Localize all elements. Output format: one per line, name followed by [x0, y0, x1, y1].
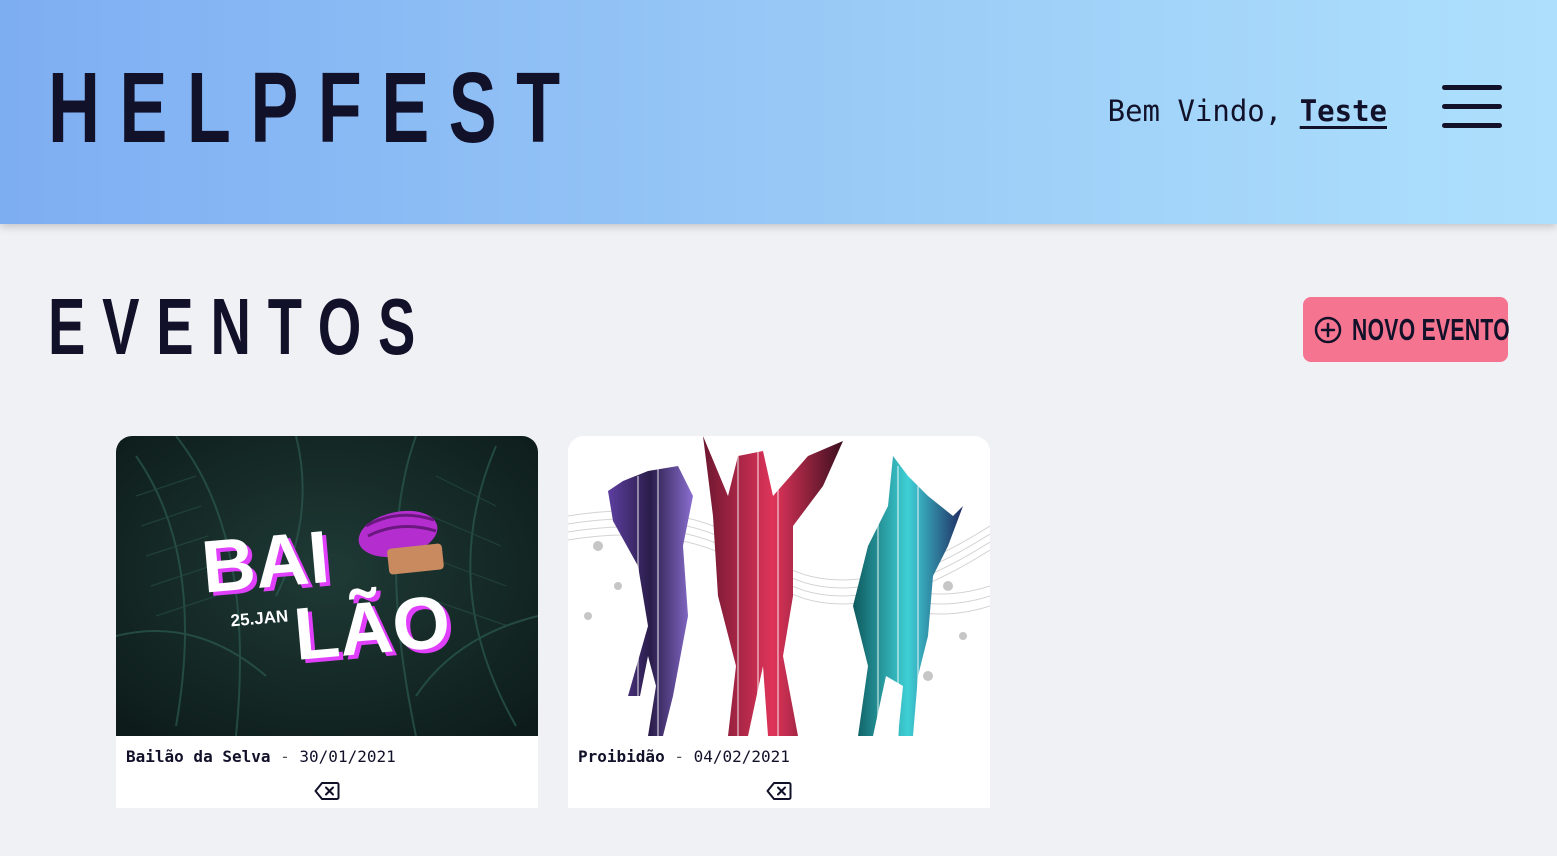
app-header: HELPFEST Bem Vindo, Teste — [0, 0, 1557, 224]
user-name-link[interactable]: Teste — [1300, 94, 1387, 128]
event-separator: - — [270, 747, 300, 766]
welcome-message: Bem Vindo, Teste — [1108, 92, 1387, 130]
poster-word-bottom: LÃO — [290, 580, 453, 676]
new-event-button[interactable]: NOVO EVENTO — [1303, 297, 1510, 362]
backspace-icon[interactable] — [314, 781, 340, 801]
event-separator: - — [664, 747, 694, 766]
welcome-prefix: Bem Vindo, — [1107, 94, 1300, 128]
event-date: 04/02/2021 — [693, 747, 790, 766]
event-caption: Bailão da Selva - 30/01/2021 — [126, 747, 396, 767]
backspace-icon[interactable] — [766, 781, 792, 801]
event-poster-image[interactable] — [568, 436, 990, 736]
plus-circle-icon — [1314, 316, 1342, 343]
new-event-label: NOVO EVENTO — [1352, 311, 1510, 347]
event-name: Proibidão — [578, 747, 665, 766]
event-poster-image[interactable]: BAI BAI LÃO LÃO 25.JAN — [116, 436, 538, 736]
event-card[interactable]: Proibidão - 04/02/2021 — [568, 436, 990, 808]
menu-bar — [1442, 104, 1502, 109]
page-title: EVENTOS — [48, 282, 433, 371]
menu-bar — [1442, 85, 1502, 90]
event-card[interactable]: BAI BAI LÃO LÃO 25.JAN Bailão da Selva -… — [116, 436, 538, 808]
app-logo[interactable]: HELPFEST — [48, 52, 580, 164]
event-date: 30/01/2021 — [299, 747, 396, 766]
event-name: Bailão da Selva — [126, 747, 271, 766]
event-caption: Proibidão - 04/02/2021 — [578, 747, 790, 767]
menu-bar — [1442, 123, 1502, 128]
hamburger-menu-icon[interactable] — [1442, 85, 1502, 129]
